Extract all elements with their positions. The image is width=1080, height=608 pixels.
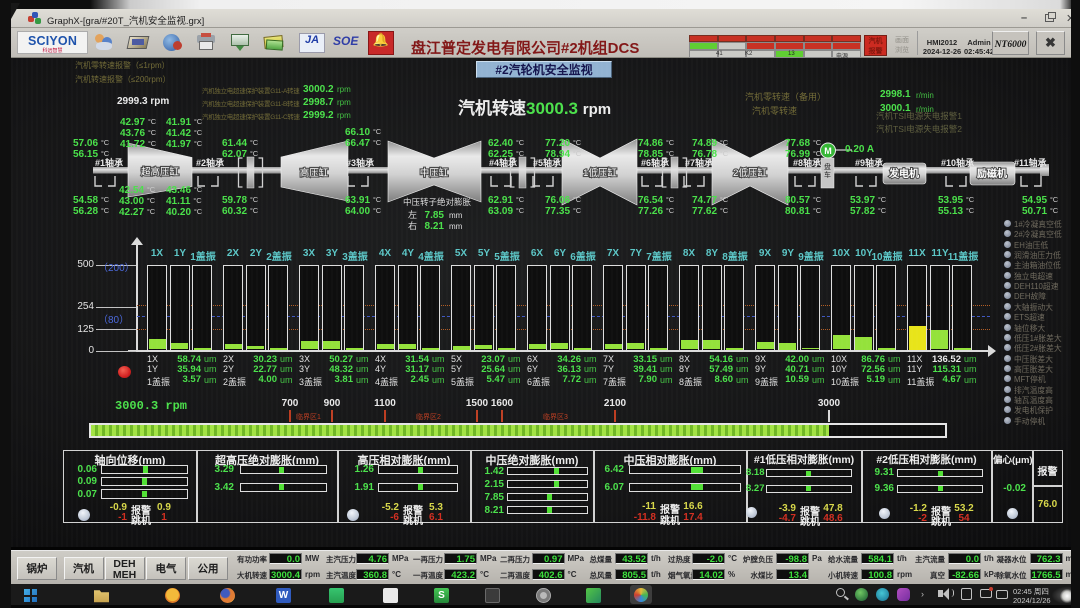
svg-text:中压缸: 中压缸	[420, 167, 449, 179]
svg-text:励磁机: 励磁机	[977, 167, 1007, 180]
svg-text:车: 车	[824, 170, 831, 179]
svg-text:1低压缸: 1低压缸	[583, 167, 617, 179]
svg-text:高压缸: 高压缸	[300, 167, 329, 179]
svg-text:M: M	[824, 146, 832, 156]
svg-text:盘: 盘	[824, 162, 831, 171]
svg-text:2低压缸: 2低压缸	[733, 167, 767, 179]
svg-text:超高压缸: 超高压缸	[141, 166, 180, 178]
svg-text:发电机: 发电机	[888, 167, 919, 180]
